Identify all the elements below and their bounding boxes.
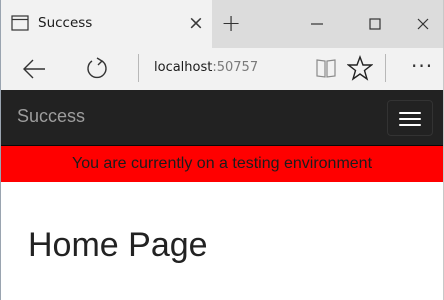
menu-bar xyxy=(399,112,421,114)
tab-success[interactable]: Success × xyxy=(1,0,212,48)
hamburger-menu-icon[interactable] xyxy=(387,100,433,136)
favorite-star-icon[interactable] xyxy=(346,55,374,81)
tab-strip: Success × + xyxy=(1,0,443,48)
brand-link[interactable]: Success xyxy=(17,106,85,127)
menu-bar xyxy=(399,124,421,126)
address-separator xyxy=(138,54,139,82)
browser-toolbar: localhost:50757 ··· xyxy=(1,48,443,90)
site-navbar: Success xyxy=(1,90,443,146)
url-port: :50757 xyxy=(212,60,259,75)
browser-window: Success × + localhost:50757 ··· Success … xyxy=(0,0,444,300)
testing-environment-banner: You are currently on a testing environme… xyxy=(1,146,443,182)
new-tab-icon[interactable]: + xyxy=(218,9,244,37)
reading-view-icon[interactable] xyxy=(315,56,337,80)
close-icon[interactable] xyxy=(411,12,435,36)
maximize-icon[interactable] xyxy=(363,12,387,36)
page-title: Home Page xyxy=(28,226,208,264)
page-icon xyxy=(11,15,29,31)
more-options-icon[interactable]: ··· xyxy=(411,54,441,82)
close-tab-icon[interactable]: × xyxy=(184,10,208,36)
tab-title: Success xyxy=(38,15,93,31)
toolbar-separator xyxy=(385,54,386,82)
back-arrow-icon[interactable] xyxy=(21,56,49,82)
menu-bar xyxy=(399,118,421,120)
url-host: localhost xyxy=(154,60,213,75)
refresh-icon[interactable] xyxy=(83,55,111,83)
minimize-icon[interactable] xyxy=(305,12,329,36)
address-bar[interactable]: localhost:50757 xyxy=(154,60,258,75)
